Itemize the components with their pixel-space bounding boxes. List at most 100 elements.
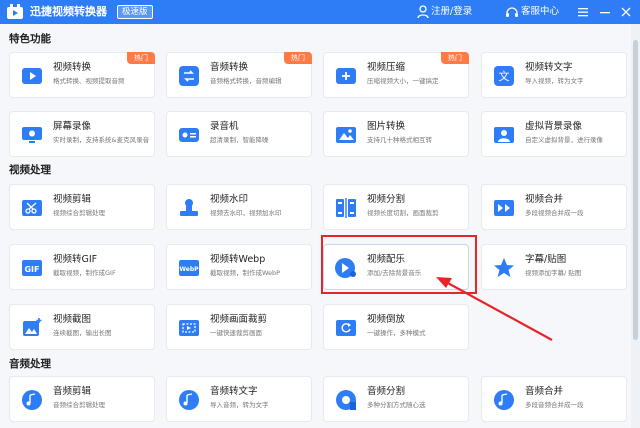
audio-to-text-icon	[179, 390, 199, 410]
video-to-text-icon: 文	[494, 66, 514, 86]
card-virtual-bg[interactable]: 虚拟背景录像 自定义虚拟背景，进行录像	[481, 111, 627, 157]
card-desc: 连续截图，输出长图	[53, 329, 112, 337]
card-desc: 导入视频，转为文字	[525, 77, 584, 85]
card-title: 视频倒放	[367, 314, 406, 325]
image-convert-icon	[336, 127, 356, 143]
user-icon[interactable]	[417, 5, 429, 19]
card-title: 图片转换	[367, 121, 406, 132]
card-desc: 音频综合剪辑处理	[53, 401, 105, 409]
customer-service-link[interactable]: 客服中心	[521, 4, 559, 20]
video-watermark-icon	[180, 199, 198, 216]
card-video-to-text[interactable]: 文 视频转文字 导入视频，转为文字	[481, 52, 627, 98]
video-split-icon	[336, 198, 356, 218]
card-desc: 多种分割方式随心选	[367, 401, 426, 409]
card-video-crop[interactable]: 视频画面裁剪 一键快速裁剪画面	[166, 304, 312, 350]
video-compress-icon	[336, 68, 356, 84]
card-desc: 视频添加字幕/ 贴图	[525, 269, 582, 277]
card-video-compress[interactable]: 视频压缩 压缩视频大小，一键搞定 热门	[323, 52, 469, 98]
card-title: 字幕/贴图	[525, 254, 567, 265]
video-edit-icon	[22, 200, 42, 216]
video-convert-icon	[22, 68, 42, 84]
card-desc: 超清录制，智能降噪	[210, 136, 269, 144]
hot-badge: 热门	[284, 52, 312, 64]
login-link[interactable]: 注册/登录	[431, 4, 472, 20]
svg-text:GIF: GIF	[24, 265, 39, 274]
card-audio-edit[interactable]: 音频剪辑 音频综合剪辑处理	[9, 376, 155, 422]
card-title: 视频合并	[525, 194, 564, 205]
scrollbar-thumb[interactable]	[633, 40, 638, 340]
card-image-convert[interactable]: 图片转换 支持几十种格式相互转	[323, 111, 469, 157]
card-title: 音频转换	[210, 62, 249, 73]
card-video-screenshot[interactable]: 视频截图 连续截图，输出长图	[9, 304, 155, 350]
card-title: 视频压缩	[367, 62, 406, 73]
section-featured: 特色功能	[9, 33, 51, 45]
audio-merge-icon	[494, 390, 514, 410]
svg-text:WebP: WebP	[179, 266, 199, 273]
card-title: 视频转文字	[525, 62, 573, 73]
audio-split-icon	[336, 390, 356, 410]
card-video-convert[interactable]: 视频转换 格式转换、视频提取音频 热门	[9, 52, 155, 98]
subtitle-icon	[494, 258, 514, 277]
card-video-reverse[interactable]: 视频倒放 一键操作，多种模式	[323, 304, 469, 350]
edition-badge: 极速版	[117, 5, 153, 19]
app-logo-icon	[7, 4, 23, 19]
card-video-split[interactable]: 视频分割 视频长度切割，画面裁剪	[323, 184, 469, 230]
highlight-box	[321, 235, 477, 294]
card-title: 音频转文字	[210, 386, 258, 397]
card-video-webp[interactable]: WebP 视频转Webp 截取视频，制作成WebP	[166, 244, 312, 290]
recorder-icon	[179, 128, 199, 142]
video-reverse-icon	[336, 320, 356, 336]
close-icon[interactable]	[618, 4, 634, 20]
card-audio-convert[interactable]: 音频转换 音频格式转换，音频编辑 热门	[166, 52, 312, 98]
card-desc: 多段视频合并成一段	[525, 209, 584, 217]
card-title: 视频剪辑	[53, 194, 92, 205]
minimize-icon[interactable]	[597, 4, 613, 20]
card-title: 视频转Webp	[210, 254, 266, 265]
section-audio: 音频处理	[9, 358, 51, 370]
card-video-gif[interactable]: GIF 视频转GIF 截取视频，制作成GIF	[9, 244, 155, 290]
screen-record-icon	[22, 127, 42, 143]
card-audio-record[interactable]: 录音机 超清录制，智能降噪	[166, 111, 312, 157]
audio-convert-icon	[179, 66, 199, 86]
section-video: 视频处理	[9, 164, 51, 176]
card-desc: 实时录制，支持系统&麦克风录音	[53, 136, 150, 144]
card-audio-merge[interactable]: 音频合并 多段音频合并成一段	[481, 376, 627, 422]
card-desc: 压缩视频大小，一键搞定	[367, 77, 439, 85]
card-video-edit[interactable]: 视频剪辑 视频综合剪辑处理	[9, 184, 155, 230]
card-title: 屏幕录像	[53, 121, 92, 132]
card-title: 虚拟背景录像	[525, 121, 583, 132]
card-title: 视频画面裁剪	[210, 314, 268, 325]
card-title: 音频分割	[367, 386, 406, 397]
card-screen-record[interactable]: 屏幕录像 实时录制，支持系统&麦克风录音	[9, 111, 155, 157]
card-desc: 视频综合剪辑处理	[53, 209, 105, 217]
card-title: 视频转换	[53, 62, 92, 73]
card-title: 音频合并	[525, 386, 564, 397]
card-desc: 导入音频，转为文字	[210, 401, 269, 409]
card-desc: 音频格式转换，音频编辑	[210, 77, 282, 85]
app-title: 迅捷视频转换器	[30, 5, 107, 18]
card-desc: 自定义虚拟背景，进行录像	[525, 136, 603, 144]
gif-icon: GIF	[22, 260, 42, 276]
svg-text:文: 文	[499, 69, 510, 83]
card-desc: 格式转换、视频提取音频	[53, 77, 125, 85]
card-title: 视频分割	[367, 194, 406, 205]
card-video-merge[interactable]: 视频合并 多段视频合并成一段	[481, 184, 627, 230]
card-title: 视频转GIF	[53, 254, 98, 265]
card-desc: 多段音频合并成一段	[525, 401, 584, 409]
card-audio-to-text[interactable]: 音频转文字 导入音频，转为文字	[166, 376, 312, 422]
card-title: 音频剪辑	[53, 386, 92, 397]
card-desc: 截取视频，制作成GIF	[53, 269, 116, 277]
card-subtitle[interactable]: 字幕/贴图 视频添加字幕/ 贴图	[481, 244, 627, 290]
card-video-watermark[interactable]: 视频水印 视频去水印，视频加水印	[166, 184, 312, 230]
card-desc: 视频长度切割，画面裁剪	[367, 209, 439, 217]
card-title: 视频截图	[53, 314, 92, 325]
card-title: 录音机	[210, 121, 239, 132]
card-audio-split[interactable]: 音频分割 多种分割方式随心选	[323, 376, 469, 422]
title-bar: 迅捷视频转换器 极速版 注册/登录 客服中心	[0, 0, 640, 24]
card-title: 视频水印	[210, 194, 249, 205]
card-desc: 截取视频，制作成WebP	[210, 269, 281, 277]
card-desc: 一键快速裁剪画面	[210, 329, 262, 337]
video-merge-icon	[494, 200, 514, 216]
headset-icon[interactable]	[505, 5, 519, 19]
menu-icon[interactable]	[575, 4, 591, 20]
